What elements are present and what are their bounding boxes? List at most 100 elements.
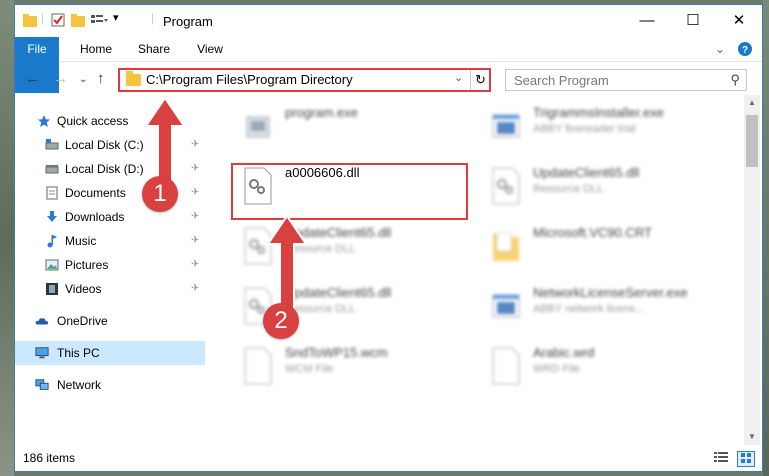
details-view-icon [714, 452, 728, 462]
videos-icon [46, 283, 58, 295]
refresh-button[interactable]: ↻ [470, 70, 490, 90]
sidebar-item-this-pc[interactable]: This PC [15, 341, 205, 365]
large-icons-view-button[interactable] [737, 451, 755, 467]
blank-file-icon [244, 347, 272, 385]
search-box[interactable]: Search Program ⚲ [505, 69, 747, 91]
file-name: UpdateClient65.dll [533, 165, 640, 180]
sidebar-item-label: Network [57, 378, 102, 392]
quick-access-toolbar-dropdown[interactable]: ▾ [113, 11, 119, 24]
network-icon [35, 379, 49, 390]
sidebar-item-onedrive[interactable]: OneDrive [15, 309, 205, 333]
file-item-microsoft-vc90-crt[interactable]: Microsoft.VC90.CRT [483, 221, 723, 277]
file-highlight-box [231, 163, 468, 220]
vertical-scrollbar[interactable]: ▲ ▼ [744, 95, 760, 445]
maximize-button[interactable]: ☐ [670, 5, 716, 37]
tab-share[interactable]: Share [129, 37, 179, 61]
ribbon-collapse-button[interactable]: ⌄ [713, 37, 727, 61]
scroll-thumb[interactable] [746, 115, 758, 167]
file-name: program.exe [285, 105, 358, 120]
search-input[interactable]: Search Program [514, 73, 609, 88]
new-folder-icon[interactable] [71, 13, 85, 27]
file-item-networklicenseserver-exe[interactable]: NetworkLicenseServer.exe ABBY network li… [483, 281, 723, 337]
divider: | [151, 11, 155, 25]
back-button[interactable]: ← [25, 70, 40, 87]
pictures-icon [45, 259, 59, 271]
drive-icon [45, 139, 59, 150]
desktop-background-right [763, 0, 769, 476]
scroll-down-button[interactable]: ▼ [744, 429, 760, 445]
pin-icon: ✈ [191, 211, 200, 222]
sidebar-item-label: This PC [57, 346, 100, 360]
sidebar-item-label: Quick access [57, 114, 129, 128]
details-view-button[interactable] [713, 451, 729, 465]
up-button[interactable]: ↑ [97, 70, 105, 87]
file-type: ABBY network licens... [533, 303, 645, 315]
divider: | [41, 11, 45, 25]
help-icon: ? [738, 42, 752, 56]
blank-file-icon [492, 347, 520, 385]
documents-icon [46, 186, 58, 200]
pin-icon: ✈ [191, 187, 200, 198]
pin-icon: ✈ [191, 283, 200, 294]
star-icon [38, 115, 50, 127]
file-item-sndtowp15-wcm[interactable]: SndToWP15.wcm WCM File [235, 341, 475, 397]
sidebar-item-label: Local Disk (C:) [65, 138, 144, 152]
file-item-program-exe[interactable]: program.exe [235, 101, 475, 157]
folder-icon [23, 14, 37, 27]
sidebar-item-label: Local Disk (D:) [65, 162, 144, 176]
close-button[interactable]: ✕ [716, 5, 762, 37]
window-title: Program [163, 14, 213, 29]
sidebar-item-label: Pictures [65, 258, 109, 272]
search-icon[interactable]: ⚲ [730, 72, 740, 88]
file-item-trigrammsinstaller-exe[interactable]: TrigrammsInstaller.exe ABBY finereader t… [483, 101, 723, 157]
pin-icon: ✈ [191, 235, 200, 246]
forward-button[interactable]: → [53, 70, 68, 87]
cloud-icon [35, 318, 49, 325]
dll-gear-icon [492, 167, 520, 205]
file-type: ABBY finereader trial [533, 123, 636, 135]
sidebar-item-pictures[interactable]: Pictures ✈ [15, 253, 205, 277]
address-bar[interactable]: C:\Program Files\Program Directory ⌄ ↻ [118, 68, 491, 92]
desktop-background-left [0, 0, 14, 476]
address-path[interactable]: C:\Program Files\Program Directory [146, 72, 353, 87]
step2-badge: 2 [263, 303, 299, 339]
item-count: 186 items [23, 451, 76, 465]
file-name: TrigrammsInstaller.exe [533, 105, 664, 120]
scroll-up-button[interactable]: ▲ [744, 95, 760, 111]
file-name: SndToWP15.wcm [285, 345, 388, 360]
drive-icon [45, 165, 59, 174]
navigation-bar: ← → ⌄ ↑ C:\Program Files\Program Directo… [15, 65, 762, 95]
status-bar: 186 items [15, 447, 762, 471]
tab-view[interactable]: View [185, 37, 235, 61]
file-item-arabic-wrd[interactable]: Arabic.wrd WRD File [483, 341, 723, 397]
computer-icon [35, 347, 49, 359]
music-icon [47, 235, 57, 248]
file-type: WRD File [533, 363, 581, 375]
sidebar-item-videos[interactable]: Videos ✈ [15, 277, 205, 301]
sidebar-item-label: Documents [65, 186, 126, 200]
properties-icon[interactable] [51, 13, 65, 27]
file-type: WCM File [285, 363, 334, 375]
title-bar: | ▾ | Program — ☐ ✕ [15, 5, 762, 37]
pin-icon: ✈ [191, 259, 200, 270]
sidebar-item-network[interactable]: Network [15, 373, 205, 397]
help-icon-label: ? [742, 45, 748, 56]
tab-home[interactable]: Home [71, 37, 121, 61]
large-icons-view-icon [741, 453, 751, 463]
address-dropdown-button[interactable]: ⌄ [454, 71, 463, 84]
app-window-icon [492, 294, 520, 318]
step1-badge: 1 [142, 176, 178, 212]
help-button[interactable]: ? [737, 37, 753, 61]
customize-toolbar-icon[interactable] [91, 13, 109, 27]
recent-locations-button[interactable]: ⌄ [79, 74, 87, 85]
explorer-window: | ▾ | Program — ☐ ✕ File Home Share View… [14, 4, 763, 472]
folder-icon [126, 71, 141, 86]
pin-icon: ✈ [191, 163, 200, 174]
pin-icon: ✈ [191, 139, 200, 150]
file-item-updateclient65-dll[interactable]: UpdateClient65.dll Resource DLL [483, 161, 723, 217]
sidebar-item-label: OneDrive [57, 314, 108, 328]
sidebar-item-music[interactable]: Music ✈ [15, 229, 205, 253]
minimize-button[interactable]: — [624, 5, 670, 37]
ribbon-tabs: File Home Share View ⌄ ? [15, 37, 762, 93]
file-name: Microsoft.VC90.CRT [533, 225, 652, 240]
